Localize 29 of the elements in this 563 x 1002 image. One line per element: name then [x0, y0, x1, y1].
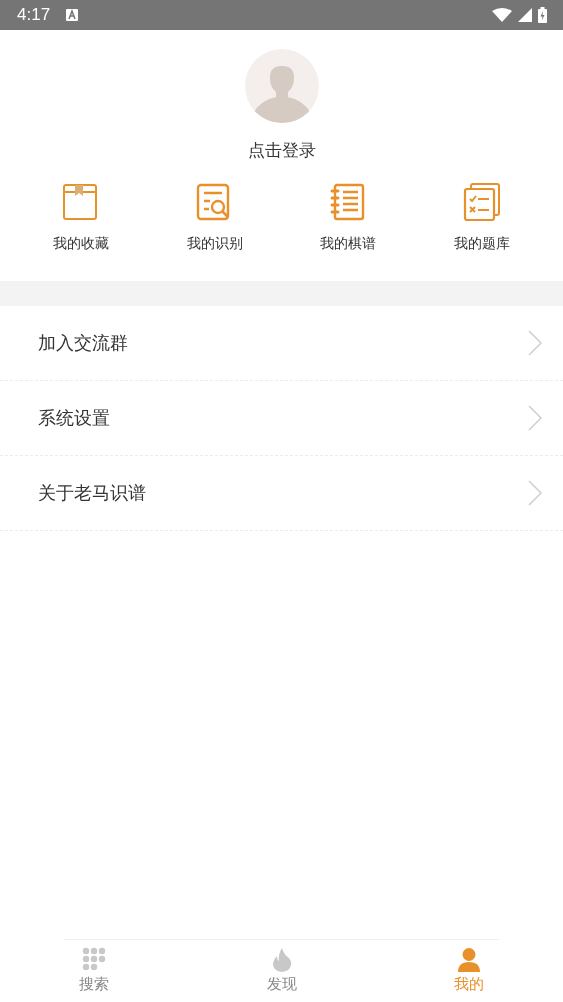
chevron-icon: [527, 329, 543, 357]
shortcut-label[interactable]: 我的题库: [454, 235, 511, 253]
status-time: 4:17: [17, 5, 51, 25]
checklist-icon[interactable]: [463, 183, 502, 221]
menu-label: 加入交流群: [38, 331, 129, 355]
chevron-icon: [527, 404, 543, 432]
battery-icon: [538, 7, 547, 23]
signal-icon: [518, 8, 532, 22]
tab-label: 发现: [266, 975, 297, 994]
menu-item[interactable]: 关于老马识谱: [0, 456, 563, 531]
person-icon: [457, 947, 481, 973]
login-link[interactable]: 点击登录: [247, 139, 316, 161]
tab-label: 搜索: [79, 975, 109, 994]
menu-item[interactable]: 系统设置: [0, 381, 563, 456]
shortcut-label[interactable]: 我的识别: [186, 235, 243, 253]
wifi-icon: [492, 8, 512, 22]
chevron-icon: [527, 479, 543, 507]
shortcut-label[interactable]: 我的收藏: [52, 235, 109, 253]
dots-grid-icon: [82, 947, 106, 973]
menu-item[interactable]: 加入交流群: [0, 306, 563, 381]
menu-label: 关于老马识谱: [38, 481, 147, 505]
nav-tab[interactable]: 发现: [251, 940, 312, 1002]
menu-label: 系统设置: [38, 406, 111, 430]
tab-label: 我的: [454, 975, 484, 994]
notification-icon: [66, 9, 79, 21]
avatar-icon[interactable]: [244, 49, 319, 123]
box-icon[interactable]: [61, 183, 100, 221]
shortcut-label[interactable]: 我的棋谱: [320, 235, 377, 253]
nav-tab[interactable]: 搜索: [64, 940, 124, 1002]
